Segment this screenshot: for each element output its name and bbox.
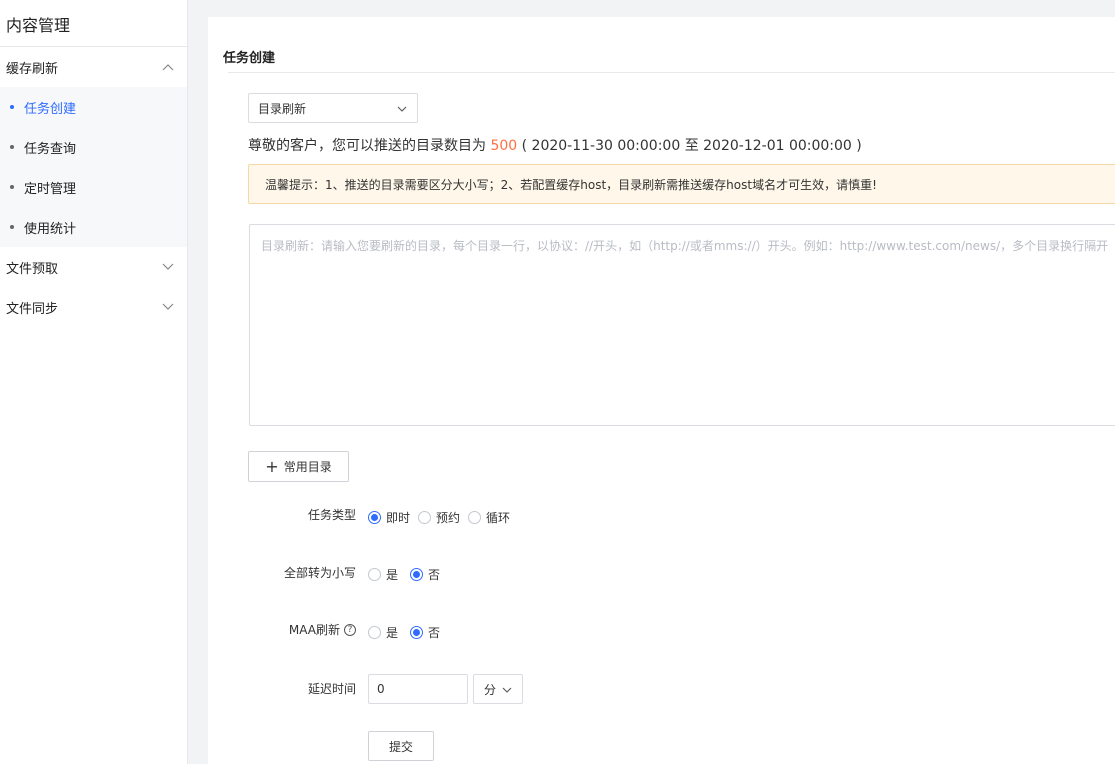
main-panel: 任务创建 目录刷新 尊敬的客户，您可以推送的目录数目为 500 ( 2020-1… <box>208 17 1115 764</box>
radio-label: 循环 <box>486 511 511 525</box>
bullet-icon <box>10 225 14 229</box>
plus-icon: + <box>265 456 279 476</box>
help-icon[interactable]: ? <box>344 623 356 636</box>
delay-unit-value: 分 <box>484 682 497 697</box>
radio-circle-icon <box>418 511 432 524</box>
maa-radio-group: 是 否 <box>368 624 448 641</box>
panel-header <box>228 17 1115 73</box>
submit-button[interactable]: 提交 <box>368 731 434 761</box>
chevron-down-icon <box>161 300 175 314</box>
lowercase-yes-radio[interactable]: 是 <box>368 566 398 583</box>
quota-prefix: 尊敬的客户，您可以推送的目录数目为 <box>248 138 486 154</box>
quota-count: 500 <box>490 138 518 154</box>
sidebar-submenu: 任务创建 任务查询 定时管理 使用统计 <box>0 87 187 247</box>
sidebar-item-label: 任务查询 <box>24 141 77 157</box>
delay-label: 延迟时间 <box>307 682 356 696</box>
sidebar-group-label: 缓存刷新 <box>6 61 59 77</box>
warning-tip: 温馨提示：1、推送的目录需要区分大小写；2、若配置缓存host，目录刷新需推送缓… <box>248 164 1115 204</box>
bullet-icon <box>10 105 14 109</box>
radio-circle-icon <box>368 626 381 639</box>
page-title: 任务创建 <box>223 51 276 66</box>
task-type-scheduled-radio[interactable]: 预约 <box>418 509 460 526</box>
delay-input[interactable] <box>368 674 468 704</box>
quota-text: 尊敬的客户，您可以推送的目录数目为 500 ( 2020-11-30 00:00… <box>248 135 862 155</box>
delay-unit-select[interactable]: 分 <box>473 674 523 704</box>
lowercase-no-radio[interactable]: 否 <box>410 566 440 583</box>
sidebar-group-file-sync[interactable]: 文件同步 <box>0 287 187 327</box>
sidebar-title: 内容管理 <box>0 0 187 47</box>
sidebar-item-task-create[interactable]: 任务创建 <box>0 87 187 127</box>
sidebar-item-schedule[interactable]: 定时管理 <box>0 167 187 207</box>
lowercase-label: 全部转为小写 <box>283 566 356 580</box>
radio-label: 即时 <box>386 511 411 525</box>
sidebar-item-label: 定时管理 <box>24 181 77 197</box>
radio-label: 是 <box>386 626 399 640</box>
common-directory-label: 常用目录 <box>283 460 332 474</box>
refresh-type-value: 目录刷新 <box>258 101 307 116</box>
directory-textarea[interactable] <box>249 224 1115 426</box>
common-directory-button[interactable]: + 常用目录 <box>248 451 349 482</box>
maa-no-radio[interactable]: 否 <box>410 624 440 641</box>
sidebar-item-task-query[interactable]: 任务查询 <box>0 127 187 167</box>
lowercase-radio-group: 是 否 <box>368 566 448 583</box>
maa-refresh-label: MAA刷新 ? <box>208 621 356 638</box>
refresh-type-select[interactable]: 目录刷新 <box>248 93 418 123</box>
sidebar-item-label: 使用统计 <box>24 221 77 237</box>
radio-label: 否 <box>428 568 441 582</box>
chevron-down-icon <box>502 682 512 696</box>
sidebar-item-label: 任务创建 <box>24 101 77 117</box>
chevron-up-icon <box>161 60 175 74</box>
sidebar-group-file-prefetch[interactable]: 文件预取 <box>0 247 187 287</box>
radio-circle-icon <box>368 568 381 581</box>
radio-circle-icon <box>410 568 424 581</box>
task-type-label: 任务类型 <box>307 508 356 522</box>
chevron-down-icon <box>161 260 175 274</box>
sidebar-group-label: 文件预取 <box>6 261 59 277</box>
sidebar-item-usage-stats[interactable]: 使用统计 <box>0 207 187 247</box>
sidebar: 内容管理 缓存刷新 任务创建 任务查询 定时管理 使用统计 文件预取 文件同步 <box>0 0 188 764</box>
radio-circle-icon <box>410 626 424 639</box>
radio-label: 否 <box>428 626 441 640</box>
quota-range: ( 2020-11-30 00:00:00 至 2020-12-01 00:00… <box>521 138 862 154</box>
radio-circle-icon <box>468 511 482 524</box>
maa-yes-radio[interactable]: 是 <box>368 624 398 641</box>
radio-label: 是 <box>386 568 399 582</box>
task-type-radio-group: 即时 预约 循环 <box>368 509 518 526</box>
bullet-icon <box>10 185 14 189</box>
bullet-icon <box>10 145 14 149</box>
sidebar-group-cache-refresh[interactable]: 缓存刷新 <box>0 47 187 87</box>
chevron-down-icon <box>397 101 407 115</box>
task-type-loop-radio[interactable]: 循环 <box>468 509 510 526</box>
radio-label: 预约 <box>436 511 461 525</box>
radio-circle-icon <box>368 511 381 524</box>
sidebar-group-label: 文件同步 <box>6 301 59 317</box>
task-type-immediate-radio[interactable]: 即时 <box>368 509 410 526</box>
maa-refresh-text: MAA刷新 <box>288 623 340 637</box>
